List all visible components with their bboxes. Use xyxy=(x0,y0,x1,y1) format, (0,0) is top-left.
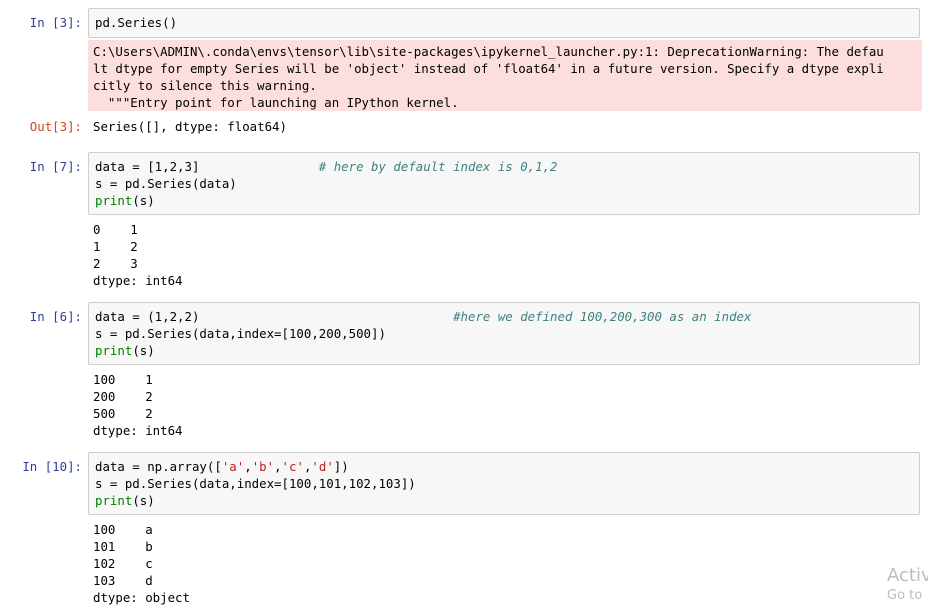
cell-2-code-line1: data = [1,2,3] xyxy=(95,159,200,174)
cell-4-code-line2: s = pd.Series(data,index=[100,101,102,10… xyxy=(95,476,416,491)
watermark-line1: Activ xyxy=(887,565,928,586)
cell-2-in-prompt: In [7]: xyxy=(29,159,82,174)
cell-3-code-input[interactable]: data = (1,2,2) #here we defined 100,200,… xyxy=(88,302,920,365)
cell-2-code-line2: s = pd.Series(data) xyxy=(95,176,237,191)
cell-4-print-keyword: print xyxy=(95,493,133,508)
cell-4-code-input[interactable]: data = np.array(['a','b','c','d']) s = p… xyxy=(88,452,920,515)
cell-3-code-line2: s = pd.Series(data,index=[100,200,500]) xyxy=(95,326,386,341)
cell-1-out-prompt: Out[3]: xyxy=(29,119,82,134)
cell-4-in-prompt: In [10]: xyxy=(22,459,82,474)
cell-3-print-arg: (s) xyxy=(132,343,155,358)
cell-2-print-arg: (s) xyxy=(132,193,155,208)
cell-1-code: pd.Series() xyxy=(95,15,178,30)
activation-watermark: Activ Go to xyxy=(887,565,928,605)
cell-1-stderr-warning: C:\Users\ADMIN\.conda\envs\tensor\lib\si… xyxy=(88,40,922,111)
cell-3-in-prompt: In [6]: xyxy=(29,309,82,324)
cell-2-print-keyword: print xyxy=(95,193,133,208)
cell-4-output: 100 a 101 b 102 c 103 d dtype: object xyxy=(93,522,190,605)
cell-4-code-pre: data = np.array([ xyxy=(95,459,222,474)
cell-2-comment: # here by default index is 0,1,2 xyxy=(318,159,558,174)
watermark-line2: Go to xyxy=(887,588,923,603)
cell-4-print-arg: (s) xyxy=(132,493,155,508)
cell-1-output: Series([], dtype: float64) xyxy=(93,119,287,134)
cell-1-code-input[interactable]: pd.Series() xyxy=(88,8,920,38)
cell-4-string-b: 'b' xyxy=(251,459,275,474)
cell-2-output: 0 1 1 2 2 3 dtype: int64 xyxy=(93,222,183,288)
cell-1-in-prompt: In [3]: xyxy=(29,15,82,30)
cell-3-code-line1: data = (1,2,2) xyxy=(95,309,200,324)
cell-3-print-keyword: print xyxy=(95,343,133,358)
cell-4-string-d: 'd' xyxy=(311,459,334,474)
cell-4-string-c: 'c' xyxy=(281,459,304,474)
cell-3-output: 100 1 200 2 500 2 dtype: int64 xyxy=(93,372,183,438)
cell-3-comment: #here we defined 100,200,300 as an index xyxy=(453,309,752,324)
cell-4-code-post: ]) xyxy=(333,459,349,474)
cell-4-string-a: 'a' xyxy=(221,459,245,474)
cell-2-code-input[interactable]: data = [1,2,3] # here by default index i… xyxy=(88,152,920,215)
